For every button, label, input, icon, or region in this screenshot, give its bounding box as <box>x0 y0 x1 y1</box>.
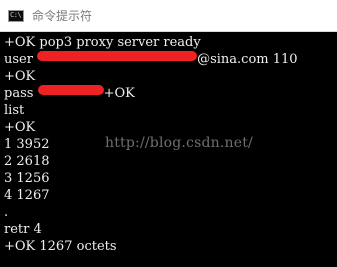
console-line: list <box>4 102 24 119</box>
console-text: @sina.com 110 <box>197 52 298 67</box>
console-text: +OK <box>4 69 36 84</box>
console-line: +OK pop3 proxy server ready <box>4 34 201 51</box>
cmd-icon: C:\ <box>8 10 24 22</box>
console-line: . <box>4 204 8 221</box>
console-line: retr 4 <box>4 221 42 238</box>
console-line: +OK <box>4 119 35 136</box>
console-text: +OK 1267 octets <box>4 239 117 254</box>
console-line: 3 1256 <box>4 170 50 187</box>
console-text: +OK <box>4 120 36 135</box>
redaction-mark <box>37 85 104 95</box>
command-prompt-window: C:\ 命令提示符 +OK pop3 proxy server ready us… <box>0 0 337 267</box>
console-line: pass +OK <box>4 85 135 102</box>
console-text: 2 2618 <box>4 154 50 169</box>
console-text: retr 4 <box>4 222 42 237</box>
console-text: . <box>4 205 9 220</box>
console-text: 4 1267 <box>4 188 50 203</box>
redaction-mark <box>37 51 198 61</box>
console-line: +OK 1267 octets <box>4 238 117 255</box>
console-text: pass <box>4 86 34 101</box>
window-title: 命令提示符 <box>32 9 93 23</box>
console-text: user <box>4 52 33 67</box>
console-line: 2 2618 <box>4 153 50 170</box>
console-text: +OK pop3 proxy server ready <box>4 35 201 50</box>
console-text: list <box>4 103 25 118</box>
console-text: 3 1256 <box>4 171 50 186</box>
cmd-icon-glyph: C:\ <box>10 11 22 19</box>
title-bar[interactable]: C:\ 命令提示符 <box>0 0 337 32</box>
console-text: +OK <box>103 86 135 101</box>
console-text: 1 3952 <box>4 137 50 152</box>
console-line: +OK <box>4 68 35 85</box>
console-line: user @sina.com 110 <box>4 51 298 68</box>
console-line: 4 1267 <box>4 187 50 204</box>
watermark: http://blog.csdn.net/ <box>105 135 253 151</box>
console-line: 1 3952 <box>4 136 50 153</box>
